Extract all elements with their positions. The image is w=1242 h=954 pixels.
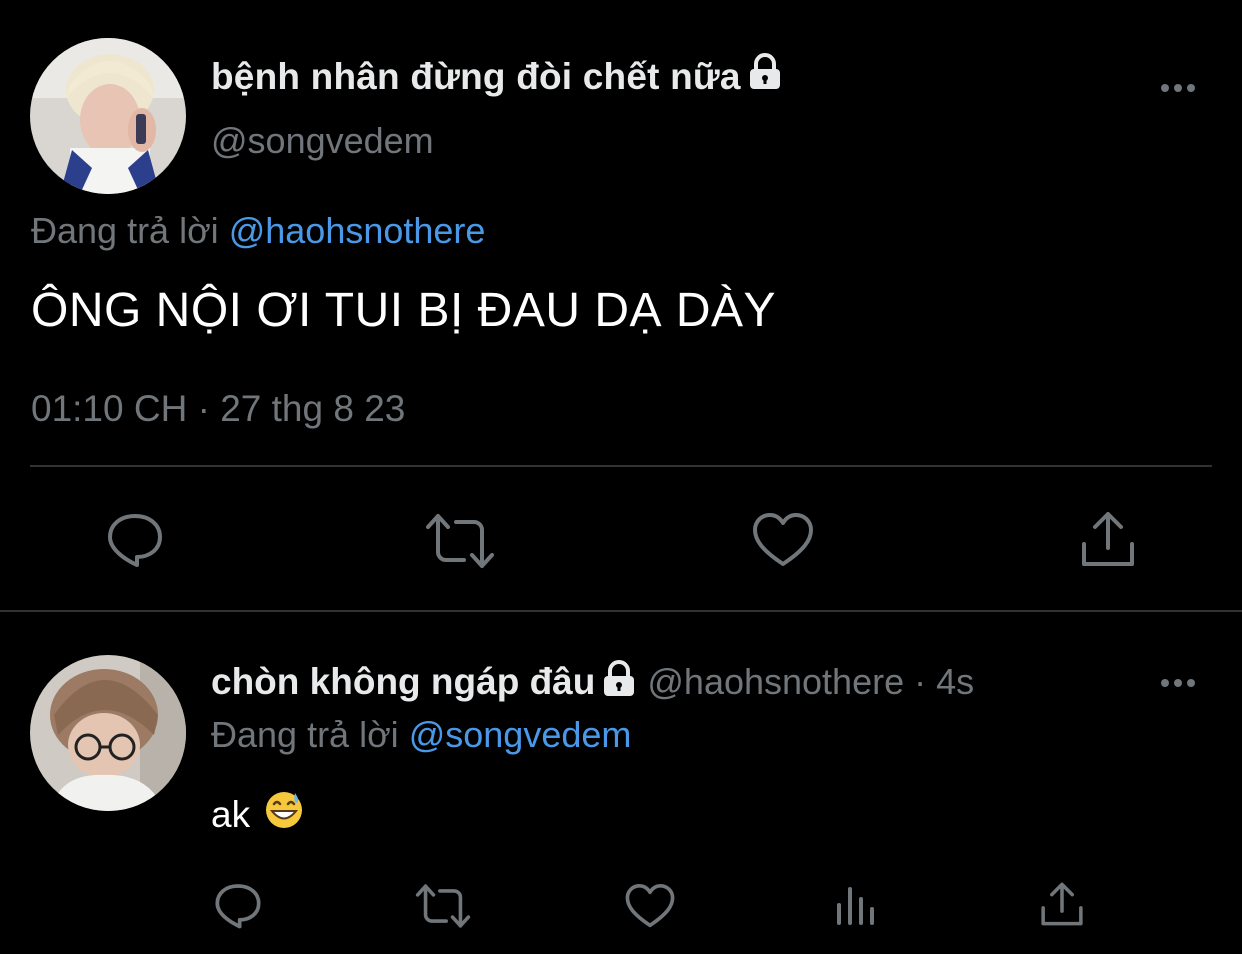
- reply-header: chòn không ngáp đâu @haohsnothere · 4s: [211, 660, 974, 703]
- retweet-icon[interactable]: [426, 512, 494, 570]
- tweet-text: ÔNG NỘI ƠI TUI BỊ ĐAU DẠ DÀY: [31, 284, 777, 337]
- display-name[interactable]: bệnh nhân đừng đòi chết nữa: [211, 53, 783, 100]
- reply-icon[interactable]: [106, 510, 164, 568]
- display-name-text: bệnh nhân đừng đòi chết nữa: [211, 55, 741, 97]
- display-name[interactable]: chòn không ngáp đâu: [211, 661, 595, 703]
- avatar-image: [30, 655, 186, 811]
- main-tweet: bệnh nhân đừng đòi chết nữa @songvedem Đ…: [0, 0, 1242, 612]
- share-icon[interactable]: [1080, 510, 1136, 568]
- replying-to: Đang trả lời @songvedem: [211, 714, 631, 756]
- retweet-icon[interactable]: [415, 883, 471, 929]
- more-options-icon[interactable]: [1161, 679, 1195, 687]
- like-icon[interactable]: [752, 512, 814, 568]
- grinning-face-with-sweat-icon: [264, 790, 304, 839]
- like-icon[interactable]: [625, 883, 675, 929]
- views-icon[interactable]: [834, 883, 878, 927]
- tweet-timestamp[interactable]: 01:10 CH · 27 thg 8 23: [31, 388, 405, 430]
- share-icon[interactable]: [1040, 881, 1084, 927]
- lock-icon: [601, 660, 637, 703]
- replying-to-mention[interactable]: @haohsnothere: [229, 210, 486, 251]
- section-divider: [0, 610, 1242, 612]
- avatar-image: [30, 38, 186, 194]
- avatar[interactable]: [30, 655, 186, 811]
- replying-to-mention[interactable]: @songvedem: [409, 714, 632, 755]
- tweet-detail-page: bệnh nhân đừng đòi chết nữa @songvedem Đ…: [0, 0, 1242, 954]
- more-options-icon[interactable]: [1161, 84, 1195, 92]
- replying-prefix: Đang trả lời: [211, 714, 399, 755]
- reply-icon[interactable]: [214, 881, 262, 929]
- handle[interactable]: @songvedem: [211, 120, 434, 162]
- replying-prefix: Đang trả lời: [31, 210, 219, 251]
- tweet-text: ak: [211, 790, 304, 839]
- lock-icon: [747, 53, 783, 100]
- avatar[interactable]: [30, 38, 186, 194]
- replying-to: Đang trả lời @haohsnothere: [31, 210, 485, 252]
- tweet-text-content: ak: [211, 793, 251, 835]
- handle-and-time[interactable]: @haohsnothere · 4s: [647, 661, 974, 703]
- divider: [30, 465, 1212, 467]
